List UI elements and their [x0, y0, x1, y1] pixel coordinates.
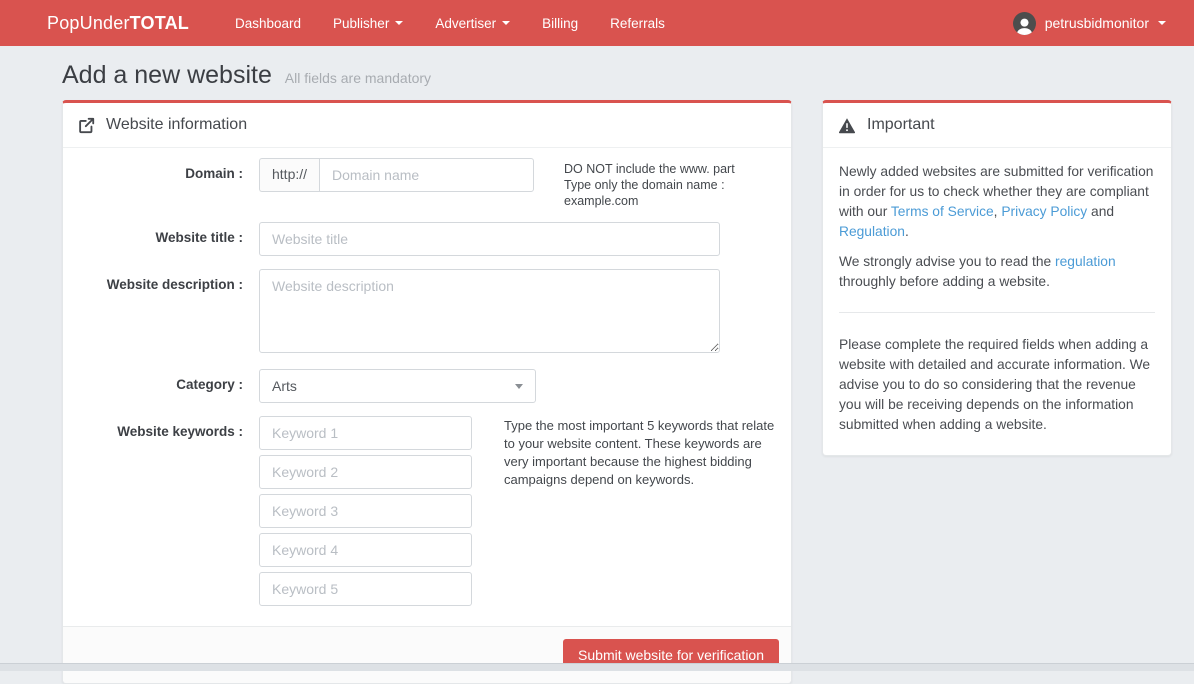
important-paragraph-2: We strongly advise you to read the regul…	[839, 252, 1155, 292]
website-title-row: Website title :	[63, 222, 791, 256]
text-segment: throughly before adding a website.	[839, 274, 1050, 289]
important-paragraph-1: Newly added websites are submitted for v…	[839, 162, 1155, 242]
domain-help-line1: DO NOT include the www. part	[564, 162, 735, 176]
chevron-down-icon	[395, 21, 404, 25]
terms-of-service-link[interactable]: Terms of Service	[891, 204, 994, 219]
user-menu[interactable]: petrusbidmonitor	[1009, 0, 1170, 46]
warning-icon	[838, 117, 856, 133]
category-row: Category : Arts	[63, 369, 791, 403]
keywords-row: Website keywords : Type the most importa…	[63, 416, 791, 606]
chevron-down-icon	[502, 21, 511, 25]
text-segment: and	[1087, 204, 1115, 219]
keyword-1-input[interactable]	[259, 416, 472, 450]
keywords-label: Website keywords :	[117, 424, 243, 439]
user-avatar	[1012, 11, 1036, 35]
panel-title: Important	[867, 116, 935, 133]
important-paragraph-3: Please complete the required fields when…	[839, 337, 1151, 432]
website-description-textarea[interactable]	[259, 269, 720, 353]
select-caret-icon	[515, 383, 523, 389]
category-selected-value: Arts	[272, 378, 297, 394]
brand-logo[interactable]: PopUnderTOTAL	[47, 13, 189, 34]
important-panel-body: Newly added websites are submitted for v…	[823, 148, 1171, 455]
person-icon	[1016, 18, 1033, 35]
nav-item-dashboard[interactable]: Dashboard	[219, 0, 317, 46]
website-title-label: Website title :	[155, 230, 243, 245]
category-select[interactable]: Arts	[259, 369, 536, 403]
regulation-link[interactable]: Regulation	[839, 224, 905, 239]
http-prefix-addon: http://	[259, 158, 320, 192]
keyword-5-input[interactable]	[259, 572, 472, 606]
navbar: PopUnderTOTAL Dashboard Publisher Advert…	[0, 0, 1194, 46]
user-name: petrusbidmonitor	[1044, 15, 1149, 31]
keywords-help-text: Type the most important 5 keywords that …	[504, 418, 775, 487]
nav-item-label: Referrals	[610, 15, 665, 31]
privacy-policy-link[interactable]: Privacy Policy	[1001, 204, 1087, 219]
panel-heading: Important	[823, 103, 1171, 148]
page-bottom-strip	[0, 663, 1194, 671]
important-panel: Important Newly added websites are submi…	[822, 100, 1172, 456]
panel-title: Website information	[106, 116, 248, 133]
website-form: Domain : http:// DO NOT include the www.…	[63, 148, 791, 626]
nav-item-label: Publisher	[333, 15, 390, 31]
website-description-label: Website description :	[106, 277, 243, 292]
external-link-icon	[79, 117, 95, 133]
keyword-4-input[interactable]	[259, 533, 472, 567]
regulation-link[interactable]: regulation	[1055, 254, 1116, 269]
divider	[839, 312, 1155, 313]
nav-item-billing[interactable]: Billing	[526, 0, 594, 46]
panel-heading: Website information	[63, 103, 791, 148]
text-segment: .	[904, 224, 909, 239]
domain-input-group: http://	[259, 158, 535, 209]
category-label: Category :	[176, 377, 243, 392]
page-title: Add a new website	[62, 61, 272, 89]
nav-item-advertiser[interactable]: Advertiser	[419, 0, 526, 46]
nav-item-label: Billing	[542, 15, 579, 31]
website-information-panel: Website information Domain : http:// DO …	[62, 100, 792, 684]
website-description-row: Website description :	[63, 269, 791, 356]
domain-row: Domain : http:// DO NOT include the www.…	[63, 158, 791, 209]
form-footer: Submit website for verification	[63, 626, 791, 683]
keyword-2-input[interactable]	[259, 455, 472, 489]
chevron-down-icon	[1158, 21, 1166, 25]
main-nav: Dashboard Publisher Advertiser Billing R…	[219, 0, 681, 46]
text-segment: We strongly advise you to read the	[839, 254, 1056, 269]
page-content: Add a new website All fields are mandato…	[0, 46, 1194, 684]
nav-item-label: Dashboard	[234, 15, 302, 31]
nav-item-publisher[interactable]: Publisher	[317, 0, 419, 46]
brand-prefix: PopUnder	[47, 12, 130, 33]
domain-input[interactable]	[319, 158, 535, 192]
page-header: Add a new website All fields are mandato…	[62, 60, 1172, 90]
domain-label: Domain :	[185, 166, 243, 181]
nav-item-referrals[interactable]: Referrals	[594, 0, 681, 46]
domain-help-line2: Type only the domain name : example.com	[564, 178, 725, 208]
page-subtitle: All fields are mandatory	[284, 70, 432, 86]
domain-help-text: DO NOT include the www. part Type only t…	[564, 158, 791, 209]
keywords-inputs	[259, 416, 472, 606]
keyword-3-input[interactable]	[259, 494, 472, 528]
nav-item-label: Advertiser	[435, 15, 497, 31]
brand-suffix: TOTAL	[129, 12, 189, 33]
website-title-input[interactable]	[259, 222, 720, 256]
